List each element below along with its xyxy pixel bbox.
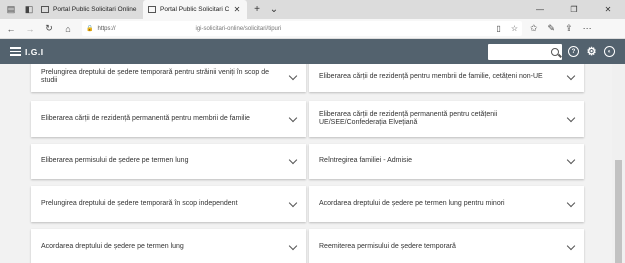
restore-icon[interactable]: ❐ bbox=[557, 5, 591, 14]
request-type-card[interactable]: Eliberarea cărții de rezidență permanent… bbox=[309, 101, 584, 137]
back-arrow-icon[interactable]: ← bbox=[3, 24, 19, 34]
request-type-label: Acordarea dreptului de ședere pe termen … bbox=[41, 242, 184, 250]
request-type-card[interactable]: Eliberarea cărții de rezidență pentru me… bbox=[309, 64, 584, 92]
request-type-label: Eliberarea cărții de rezidență permanent… bbox=[41, 114, 250, 122]
url-input[interactable]: 🔒 https:// igi-solicitari-online/solicit… bbox=[82, 21, 522, 36]
tab-title: Portal Public Solicitari Online bbox=[53, 6, 137, 13]
request-types-list: Prelungirea dreptului de ședere temporar… bbox=[0, 64, 612, 263]
request-type-card[interactable]: Acordarea dreptului de ședere pe termen … bbox=[309, 186, 584, 222]
close-tab-icon[interactable]: ✕ bbox=[232, 5, 242, 14]
chevron-down-icon[interactable] bbox=[566, 71, 576, 80]
tab-list-button[interactable]: ⌄ bbox=[267, 4, 281, 15]
lock-icon: 🔒 bbox=[86, 26, 94, 32]
account-icon[interactable]: ◐ bbox=[604, 46, 615, 57]
refresh-icon[interactable]: ↻ bbox=[41, 23, 57, 34]
workspaces-icon[interactable]: ▤ bbox=[4, 3, 18, 17]
chevron-down-icon[interactable] bbox=[566, 241, 576, 250]
request-type-card[interactable]: Acordarea dreptului de ședere pe termen … bbox=[31, 229, 306, 263]
browser-tab-strip: ▤ ◧ Portal Public Solicitari Online Port… bbox=[0, 0, 625, 19]
gear-icon[interactable]: ⚙ bbox=[586, 46, 597, 58]
chevron-down-icon[interactable] bbox=[288, 113, 298, 122]
page-favicon-icon bbox=[148, 6, 156, 13]
search-input[interactable] bbox=[488, 43, 562, 60]
request-type-card[interactable]: Reemiterea permisului de ședere temporar… bbox=[309, 229, 584, 263]
tab-title: Portal Public Solicitari C bbox=[160, 6, 230, 13]
url-host: igi-solicitari-online/solicitari/tipuri bbox=[195, 25, 282, 32]
scrollbar-thumb[interactable] bbox=[615, 160, 622, 263]
page-favicon-icon bbox=[41, 6, 49, 13]
chevron-down-icon[interactable] bbox=[288, 198, 298, 207]
vertical-scrollbar[interactable] bbox=[612, 64, 625, 263]
close-window-icon[interactable]: ✕ bbox=[591, 5, 625, 14]
favorite-star-icon[interactable]: ☆ bbox=[511, 24, 518, 33]
search-icon[interactable] bbox=[551, 47, 559, 56]
chevron-down-icon[interactable] bbox=[288, 241, 298, 250]
request-type-label: Eliberarea permisului de ședere pe terme… bbox=[41, 157, 189, 165]
request-type-card[interactable]: Eliberarea cărții de rezidență permanent… bbox=[31, 101, 306, 137]
chevron-down-icon[interactable] bbox=[566, 198, 576, 207]
new-tab-button[interactable]: + bbox=[250, 4, 264, 15]
chevron-down-icon[interactable] bbox=[288, 155, 298, 165]
favorites-icon[interactable]: ✩ bbox=[530, 23, 538, 34]
browser-tab-2[interactable]: Portal Public Solicitari C ✕ bbox=[143, 0, 247, 19]
request-type-label: Reemiterea permisului de ședere temporar… bbox=[319, 242, 456, 250]
hamburger-menu-icon[interactable] bbox=[10, 47, 21, 56]
chevron-down-icon[interactable] bbox=[566, 113, 576, 122]
app-brand: I.G.I bbox=[25, 46, 44, 57]
request-type-label: Eliberarea cărții de rezidență permanent… bbox=[319, 110, 498, 127]
home-icon[interactable]: ⌂ bbox=[60, 24, 76, 34]
request-type-label: Eliberarea cărții de rezidență pentru me… bbox=[319, 72, 543, 80]
browser-tab-1[interactable]: Portal Public Solicitari Online bbox=[36, 0, 143, 19]
forward-arrow-icon[interactable]: → bbox=[22, 24, 38, 34]
help-icon[interactable]: ? bbox=[568, 46, 579, 57]
request-type-label: Prelungirea dreptului de ședere temporar… bbox=[41, 68, 270, 85]
request-type-label: Acordarea dreptului de ședere pe termen … bbox=[319, 199, 505, 207]
share-icon[interactable]: ⇪ bbox=[565, 23, 573, 34]
request-type-card[interactable]: Eliberarea permisului de ședere pe terme… bbox=[31, 144, 306, 179]
chevron-down-icon[interactable] bbox=[566, 155, 576, 165]
minimize-icon[interactable]: — bbox=[523, 5, 557, 14]
chevron-down-icon[interactable] bbox=[288, 71, 298, 80]
request-type-card[interactable]: Prelungirea dreptului de ședere temporar… bbox=[31, 186, 306, 222]
request-type-card[interactable]: Reîntregirea familiei - Admisie bbox=[309, 144, 584, 179]
url-protocol: https:// bbox=[97, 25, 116, 32]
notes-pen-icon[interactable]: ✎ bbox=[548, 23, 556, 34]
browser-address-bar: ← → ↻ ⌂ 🔒 https:// igi-solicitari-online… bbox=[0, 19, 625, 39]
more-icon[interactable]: ⋯ bbox=[583, 23, 592, 34]
request-type-label: Reîntregirea familiei - Admisie bbox=[319, 157, 412, 165]
window-controls: — ❐ ✕ bbox=[523, 5, 625, 14]
tab-actions-icon[interactable]: ◧ bbox=[22, 3, 36, 17]
request-type-label: Prelungirea dreptului de ședere temporar… bbox=[41, 199, 238, 207]
app-header: I.G.I ? ⚙ ◐ bbox=[0, 39, 625, 64]
request-type-card[interactable]: Prelungirea dreptului de ședere temporar… bbox=[31, 64, 306, 92]
reading-view-icon[interactable]: ▯ bbox=[496, 24, 500, 33]
